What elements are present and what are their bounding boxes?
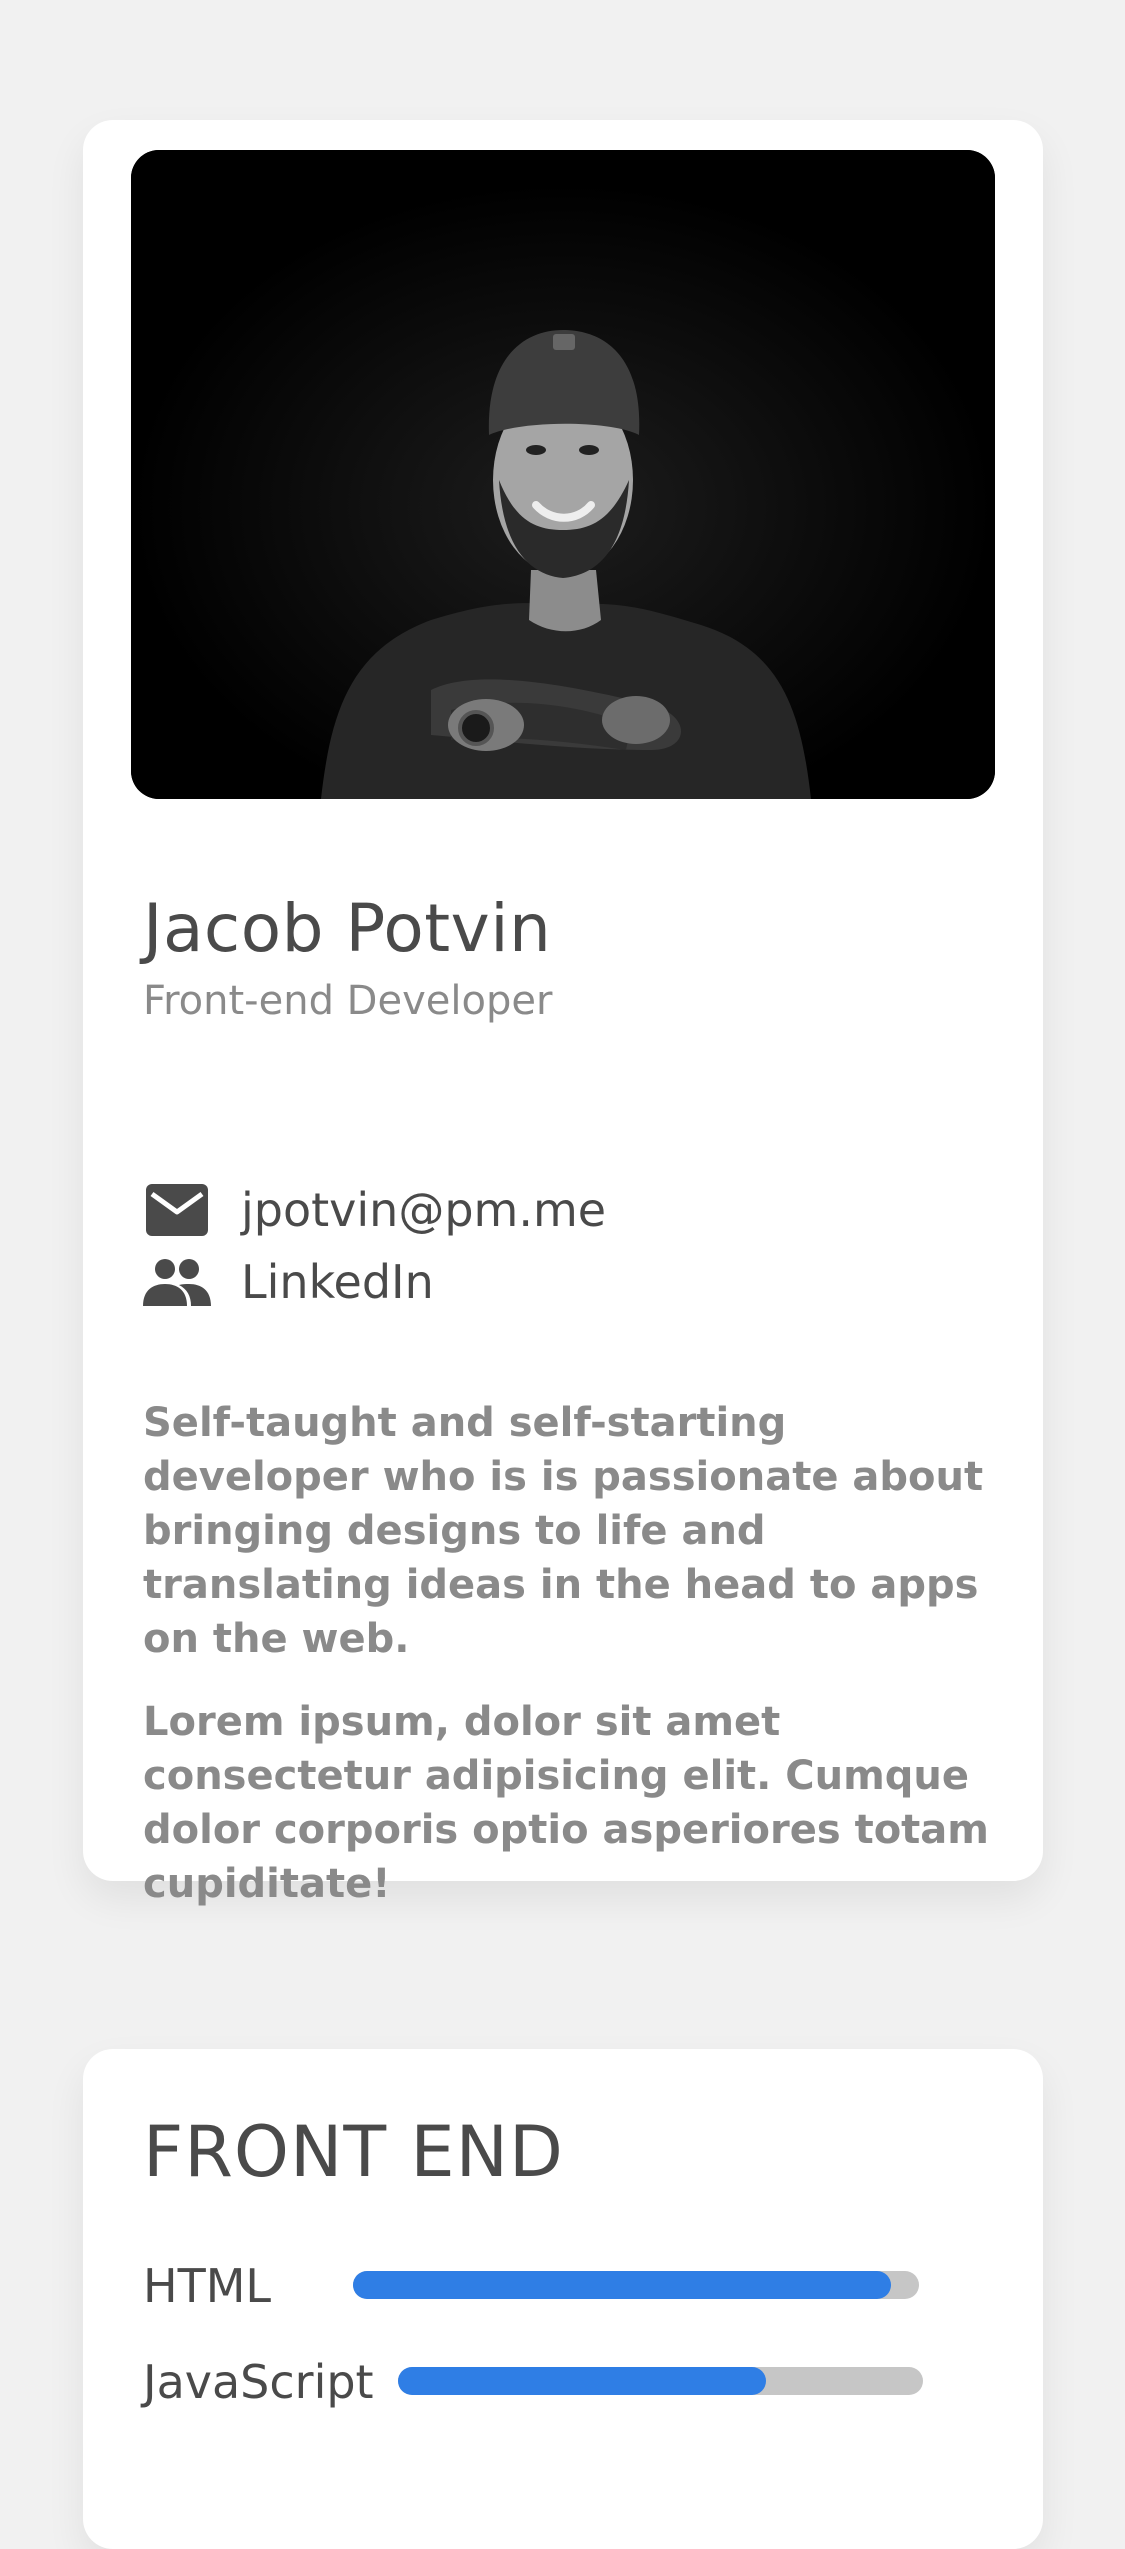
email-text: jpotvin@pm.me bbox=[241, 1183, 607, 1237]
skills-section-title: FRONT END bbox=[143, 2111, 564, 2193]
profile-role: Front-end Developer bbox=[143, 978, 553, 1024]
skill-bar-track bbox=[353, 2271, 919, 2299]
skill-bar-fill bbox=[353, 2271, 891, 2299]
skill-bar-fill bbox=[398, 2367, 766, 2395]
mail-icon bbox=[143, 1182, 211, 1238]
linkedin-link[interactable]: LinkedIn bbox=[143, 1254, 434, 1310]
bio-paragraph: Lorem ipsum, dolor sit amet consectetur … bbox=[143, 1699, 989, 1907]
profile-name: Jacob Potvin bbox=[143, 890, 552, 967]
profile-photo bbox=[131, 150, 995, 799]
email-link[interactable]: jpotvin@pm.me bbox=[143, 1182, 606, 1238]
linkedin-text: LinkedIn bbox=[241, 1255, 434, 1309]
skill-label: HTML bbox=[143, 2259, 272, 2313]
skills-card: FRONT END HTML JavaScript bbox=[83, 2049, 1043, 2549]
skill-bar-track bbox=[398, 2367, 923, 2395]
skill-label: JavaScript bbox=[143, 2355, 374, 2409]
people-icon bbox=[143, 1254, 211, 1310]
profile-card: Jacob Potvin Front-end Developer jpotvin… bbox=[83, 120, 1043, 1907]
bio-paragraph: Self-taught and self-starting developer … bbox=[143, 1400, 984, 1662]
profile-photo-illustration bbox=[131, 150, 995, 799]
